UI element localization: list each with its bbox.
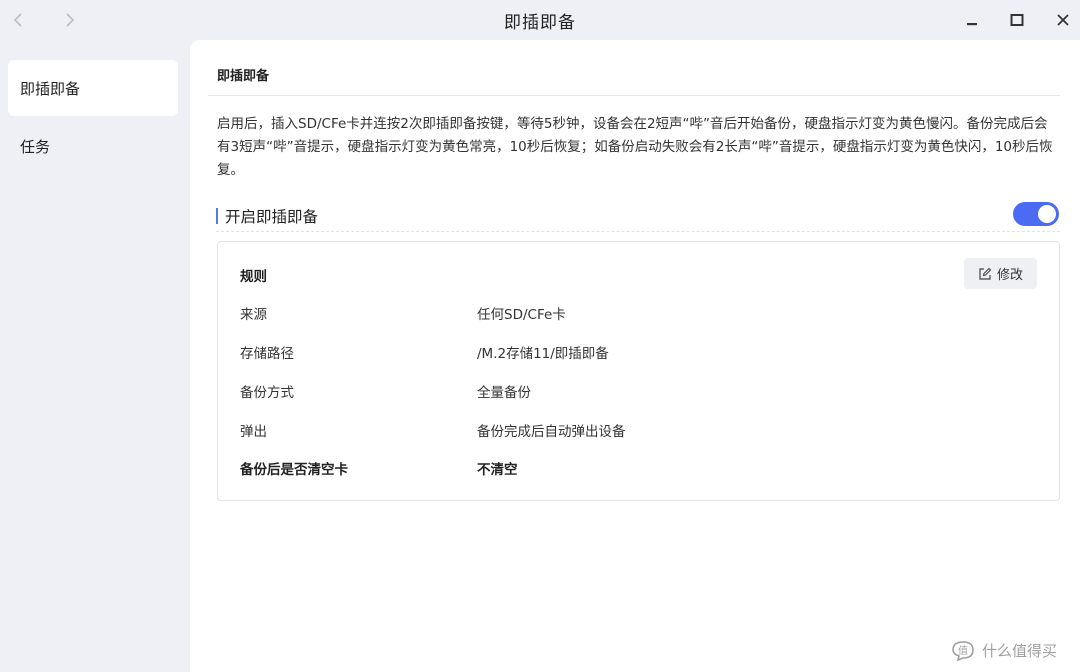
section-title: 开启即插即备 [225, 208, 319, 226]
forward-arrow-icon[interactable] [58, 8, 82, 32]
rule-label: 存储路径 [240, 346, 294, 362]
rule-value: 任何SD/CFe卡 [477, 307, 566, 323]
rules-title: 规则 [240, 269, 267, 285]
sidebar-item-label: 任务 [20, 137, 51, 156]
main-panel: 即插即备 启用后，插入SD/CFe卡并连按2次即插即备按键，等待5秒钟，设备会在… [190, 40, 1080, 672]
watermark: 值 什么值得买 [950, 638, 1057, 662]
page-title: 即插即备 [208, 58, 1060, 96]
sidebar-item-label: 即插即备 [20, 79, 81, 98]
rules-card: 规则 修改 来源 任何SD/CFe卡 存储路径 /M.2存储11/即插即备 备份… [217, 241, 1060, 501]
window-title: 即插即备 [504, 12, 576, 33]
rule-value: /M.2存储11/即插即备 [477, 346, 609, 362]
back-arrow-icon[interactable] [6, 8, 30, 32]
maximize-icon[interactable] [1003, 6, 1031, 34]
sidebar-item-tasks[interactable]: 任务 [8, 118, 178, 174]
sidebar-item-plug-and-backup[interactable]: 即插即备 [8, 60, 178, 116]
watermark-text: 什么值得买 [982, 641, 1058, 660]
rule-value: 全量备份 [477, 385, 531, 401]
enable-toggle[interactable] [1013, 202, 1059, 226]
enable-section-header: 开启即插即备 [216, 202, 1060, 232]
svg-text:值: 值 [958, 644, 968, 657]
rule-label: 弹出 [240, 424, 267, 440]
rule-label: 来源 [240, 307, 267, 323]
rule-row-clear-card: 备份后是否清空卡 不清空 [240, 458, 1040, 480]
rule-row-backup-mode: 备份方式 全量备份 [240, 381, 1040, 403]
feature-description: 启用后，插入SD/CFe卡并连按2次即插即备按键，等待5秒钟，设备会在2短声“哔… [217, 116, 1053, 178]
edit-button[interactable]: 修改 [964, 258, 1037, 289]
watermark-logo-icon: 值 [952, 641, 974, 661]
minimize-icon[interactable] [958, 6, 986, 34]
title-bar: 即插即备 [0, 0, 1080, 40]
rule-value: 备份完成后自动弹出设备 [477, 424, 626, 440]
section-accent-bar [216, 208, 218, 224]
close-icon[interactable] [1049, 6, 1077, 34]
edit-icon [979, 267, 992, 280]
rule-value: 不清空 [477, 462, 518, 478]
rule-row-eject: 弹出 备份完成后自动弹出设备 [240, 420, 1040, 442]
toggle-knob [1038, 205, 1056, 223]
rule-label: 备份方式 [240, 385, 294, 401]
sidebar: 即插即备 任务 [0, 40, 190, 672]
edit-button-label: 修改 [996, 268, 1023, 283]
rule-row-storage-path: 存储路径 /M.2存储11/即插即备 [240, 342, 1040, 364]
rule-row-source: 来源 任何SD/CFe卡 [240, 303, 1040, 325]
rule-label: 备份后是否清空卡 [240, 462, 348, 478]
